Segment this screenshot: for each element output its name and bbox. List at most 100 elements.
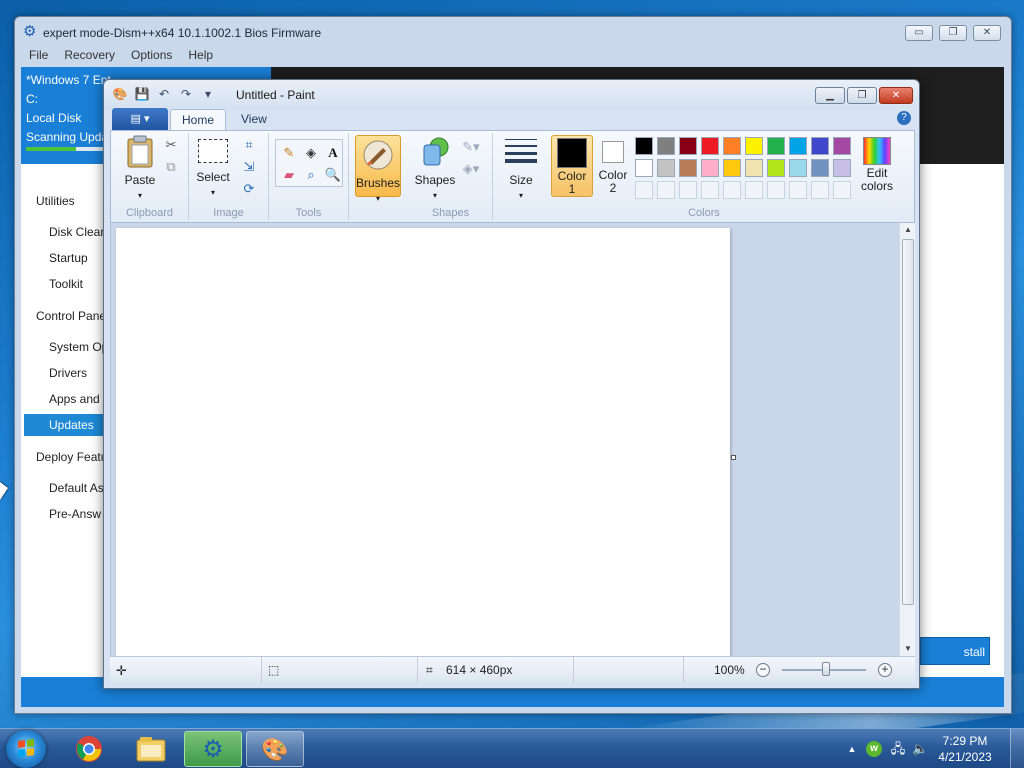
custom-color-slot[interactable] — [767, 181, 785, 199]
paint-app-icon[interactable]: 🎨 — [112, 86, 128, 102]
palette-swatch[interactable] — [701, 137, 719, 155]
install-updates-button[interactable]: stall Updates — [920, 637, 990, 687]
rainbow-icon — [863, 137, 891, 165]
palette-swatch[interactable] — [811, 159, 829, 177]
size-button[interactable]: Size ▾ — [499, 135, 543, 202]
network-icon[interactable]: 🖧 — [890, 741, 906, 757]
palette-swatch[interactable] — [679, 137, 697, 155]
palette-swatch[interactable] — [657, 137, 675, 155]
dism-maximize-button[interactable]: ❐ — [939, 25, 967, 41]
palette-swatch[interactable] — [789, 137, 807, 155]
custom-color-slot[interactable] — [679, 181, 697, 199]
shapes-label: Shapes — [414, 173, 456, 187]
select-button[interactable]: Select ▾ — [193, 139, 233, 199]
paint-maximize-button[interactable]: ❐ — [847, 87, 877, 104]
custom-color-slot[interactable] — [657, 181, 675, 199]
nav-group-utilities[interactable]: Utilities — [36, 194, 75, 208]
brushes-button[interactable]: Brushes ▾ — [355, 135, 401, 203]
resize-icon[interactable]: ⇲ — [239, 157, 259, 177]
edit-colors-button[interactable]: Edit colors — [855, 135, 899, 193]
dism-close-button[interactable]: ✕ — [973, 25, 1001, 41]
custom-color-slot[interactable] — [723, 181, 741, 199]
drawing-canvas[interactable] — [116, 228, 730, 658]
palette-swatch[interactable] — [833, 159, 851, 177]
group-colors: Color 1 Color 2 Edit colors Colors — [549, 133, 911, 221]
cut-icon[interactable]: ✂ — [161, 135, 181, 155]
vertical-scrollbar[interactable]: ▲ ▼ — [899, 223, 915, 656]
dism-minimize-button[interactable]: ▭ — [905, 25, 933, 41]
paint-close-button[interactable]: ✕ — [879, 87, 913, 104]
volume-icon[interactable]: 🔈 — [912, 741, 928, 757]
palette-swatch[interactable] — [723, 159, 741, 177]
crop-icon[interactable]: ⌗ — [239, 135, 259, 155]
paste-button[interactable]: Paste ▾ — [119, 135, 161, 202]
tab-home[interactable]: Home — [170, 109, 227, 130]
palette-swatch[interactable] — [701, 159, 719, 177]
shapes-button[interactable]: Shapes ▾ — [413, 135, 457, 202]
nav-group-deploy[interactable]: Deploy Featu — [36, 450, 107, 464]
taskbar-chrome[interactable] — [60, 731, 118, 767]
start-button[interactable] — [6, 730, 46, 768]
outline-icon[interactable]: ✎▾ — [461, 137, 481, 157]
custom-color-slot[interactable] — [745, 181, 763, 199]
custom-color-slot[interactable] — [635, 181, 653, 199]
eraser-icon[interactable]: ▰ — [279, 165, 299, 185]
nav-group-control-panel[interactable]: Control Pane — [36, 309, 106, 323]
scroll-thumb[interactable] — [902, 239, 914, 605]
menu-recovery[interactable]: Recovery — [56, 47, 123, 67]
color1-button[interactable]: Color 1 — [551, 135, 593, 197]
palette-swatch[interactable] — [679, 159, 697, 177]
palette-swatch[interactable] — [723, 137, 741, 155]
custom-color-slot[interactable] — [811, 181, 829, 199]
color-picker-icon[interactable]: ⌕ — [301, 165, 321, 185]
zoom-in-button[interactable]: + — [878, 663, 892, 677]
paint-titlebar[interactable]: 🎨 💾 ↶ ↷ ▾ Untitled - Paint ▁ ❐ ✕ — [104, 80, 919, 108]
scroll-up-icon[interactable]: ▲ — [900, 223, 916, 237]
show-desktop-button[interactable] — [1010, 729, 1024, 768]
tab-view[interactable]: View — [230, 109, 278, 130]
palette-swatch[interactable] — [657, 159, 675, 177]
zoom-out-button[interactable]: − — [756, 663, 770, 677]
help-icon[interactable]: ? — [897, 111, 911, 125]
palette-swatch[interactable] — [745, 159, 763, 177]
shape-fill-icon[interactable]: ◈▾ — [461, 159, 481, 179]
palette-swatch[interactable] — [635, 137, 653, 155]
redo-icon[interactable]: ↷ — [178, 86, 194, 102]
palette-swatch[interactable] — [767, 137, 785, 155]
menu-options[interactable]: Options — [123, 47, 180, 67]
canvas-resize-handle[interactable] — [731, 455, 736, 460]
undo-icon[interactable]: ↶ — [156, 86, 172, 102]
tray-app-icon[interactable]: w — [866, 741, 882, 757]
taskbar-clock[interactable]: 7:29 PM 4/21/2023 — [930, 733, 1000, 765]
custom-color-slot[interactable] — [833, 181, 851, 199]
scroll-down-icon[interactable]: ▼ — [900, 642, 916, 656]
menu-help[interactable]: Help — [180, 47, 221, 67]
taskbar-explorer[interactable] — [122, 731, 180, 767]
palette-swatch[interactable] — [833, 137, 851, 155]
palette-swatch[interactable] — [635, 159, 653, 177]
text-icon[interactable]: A — [323, 143, 343, 163]
custom-color-slot[interactable] — [789, 181, 807, 199]
palette-swatch[interactable] — [789, 159, 807, 177]
save-icon[interactable]: 💾 — [134, 86, 150, 102]
fill-icon[interactable]: ◈ — [301, 143, 321, 163]
palette-swatch[interactable] — [767, 159, 785, 177]
paint-file-menu-button[interactable]: ▤ ▾ — [112, 108, 168, 130]
magnifier-icon[interactable]: 🔍 — [323, 165, 343, 185]
color2-button[interactable]: Color 2 — [595, 135, 631, 197]
custom-color-slot[interactable] — [701, 181, 719, 199]
customize-qat-icon[interactable]: ▾ — [200, 86, 216, 102]
paint-minimize-button[interactable]: ▁ — [815, 87, 845, 104]
rotate-icon[interactable]: ⟳ — [239, 179, 259, 199]
palette-swatch[interactable] — [811, 137, 829, 155]
copy-icon[interactable]: ⧉ — [161, 157, 181, 177]
menu-file[interactable]: File — [21, 47, 56, 67]
mouse-cursor — [0, 482, 8, 500]
zoom-slider-thumb[interactable] — [822, 662, 830, 676]
taskbar-dism[interactable]: ⚙ — [184, 731, 242, 767]
dism-titlebar[interactable]: ⚙ expert mode-Dism++x64 10.1.1002.1 Bios… — [15, 17, 1011, 47]
taskbar-paint[interactable]: 🎨 — [246, 731, 304, 767]
show-hidden-icons-icon[interactable]: ▲ — [844, 741, 860, 757]
palette-swatch[interactable] — [745, 137, 763, 155]
pencil-icon[interactable]: ✎ — [279, 143, 299, 163]
